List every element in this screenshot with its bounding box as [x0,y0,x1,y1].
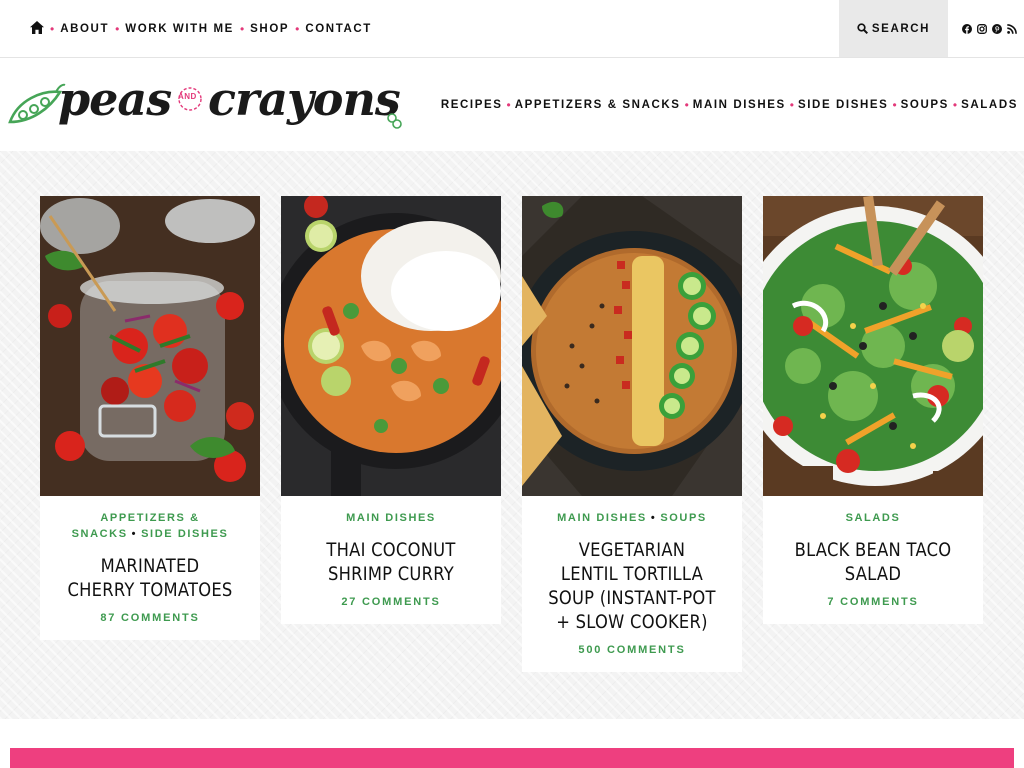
recipe-comments[interactable]: 87 COMMENTS [52,612,248,624]
facebook-icon[interactable] [962,23,972,34]
top-nav: • ABOUT • WORK WITH ME • SHOP • CONTACT [30,0,372,57]
recipe-categories: APPETIZERS & SNACKS • SIDE DISHES [52,510,248,542]
category-link[interactable]: MAIN DISHES [557,512,647,524]
separator-dot: • [789,97,794,112]
instagram-icon[interactable] [977,23,987,34]
separator-dot: • [50,21,55,36]
recipe-photo[interactable] [40,196,260,496]
recipe-card[interactable]: APPETIZERS & SNACKS • SIDE DISHES MARINATE… [40,196,260,640]
nav-recipes[interactable]: RECIPES [441,99,503,111]
separator-dot: • [952,97,958,112]
separator-dot: • [131,528,138,540]
recipe-photo[interactable] [763,196,983,496]
recipe-grid: APPETIZERS & SNACKS • SIDE DISHES MARINATE… [0,151,1024,719]
category-link[interactable]: MAIN DISHES [346,512,436,524]
separator-dot: • [684,97,689,112]
topnav-about[interactable]: ABOUT [60,23,109,35]
rss-icon[interactable] [1007,23,1017,34]
home-link[interactable] [30,20,44,37]
category-link[interactable]: SOUPS [660,512,707,524]
pea-swirl-icon [387,113,402,129]
site-header: peas AND crayons RECIPES • APPETIZERS & … [0,58,1024,151]
pea-pod-icon [8,83,66,124]
separator-dot: • [239,21,245,36]
recipe-comments[interactable]: 7 COMMENTS [775,596,971,608]
recipe-photo[interactable] [281,196,501,496]
recipe-categories: SALADS [775,510,971,526]
nav-soups[interactable]: SOUPS [901,99,949,111]
topnav-work-with-me[interactable]: WORK WITH ME [125,23,234,35]
nav-appetizers-snacks[interactable]: APPETIZERS & SNACKS [515,99,681,111]
social-links [962,0,1017,57]
category-link[interactable]: SALADS [846,512,901,524]
recipe-title[interactable]: MARINATED CHERRY TOMATOES [66,554,235,602]
separator-dot: • [650,512,657,524]
separator-dot: • [115,21,120,36]
recipe-title[interactable]: VEGETARIAN LENTIL TORTILLA SOUP (INSTANT… [548,538,717,634]
topnav-contact[interactable]: CONTACT [305,23,372,35]
recipe-card[interactable]: MAIN DISHES THAI COCONUT SHRIMP CURRY 27… [281,196,501,624]
separator-dot: • [892,97,897,112]
recipe-photo[interactable] [522,196,742,496]
recipe-card[interactable]: MAIN DISHES • SOUPS VEGETARIAN LENTIL TORT… [522,196,742,672]
search-label: SEARCH [871,22,931,35]
recipe-card[interactable]: SALADS BLACK BEAN TACO SALAD 7 COMMENTS [763,196,983,624]
separator-dot: • [506,97,511,112]
nav-salads[interactable]: SALADS [961,99,1018,111]
recipe-categories: MAIN DISHES [293,510,489,526]
site-logo[interactable]: peas AND crayons [6,70,406,145]
recipe-comments[interactable]: 27 COMMENTS [293,596,489,608]
separator-dot: • [295,21,300,36]
recipe-comments[interactable]: 500 COMMENTS [534,644,730,656]
nav-main-dishes[interactable]: MAIN DISHES [693,99,786,111]
category-link[interactable]: SIDE DISHES [141,528,228,540]
nav-side-dishes[interactable]: SIDE DISHES [798,99,888,111]
main-nav: RECIPES • APPETIZERS & SNACKS • MAIN DIS… [441,58,1018,151]
newsletter-banner [10,748,1014,768]
logo-word-crayons: crayons [208,72,401,126]
home-icon [30,20,44,34]
top-bar: • ABOUT • WORK WITH ME • SHOP • CONTACT … [0,0,1024,58]
pinterest-icon[interactable] [992,23,1002,34]
search-icon [857,23,868,34]
recipe-title[interactable]: BLACK BEAN TACO SALAD [789,538,958,586]
search-button[interactable]: SEARCH [839,0,948,57]
recipe-categories: MAIN DISHES • SOUPS [534,510,730,526]
logo-and: AND [178,92,197,101]
topnav-shop[interactable]: SHOP [250,23,289,35]
recipe-title[interactable]: THAI COCONUT SHRIMP CURRY [307,538,476,586]
logo-word-peas: peas [58,72,172,126]
